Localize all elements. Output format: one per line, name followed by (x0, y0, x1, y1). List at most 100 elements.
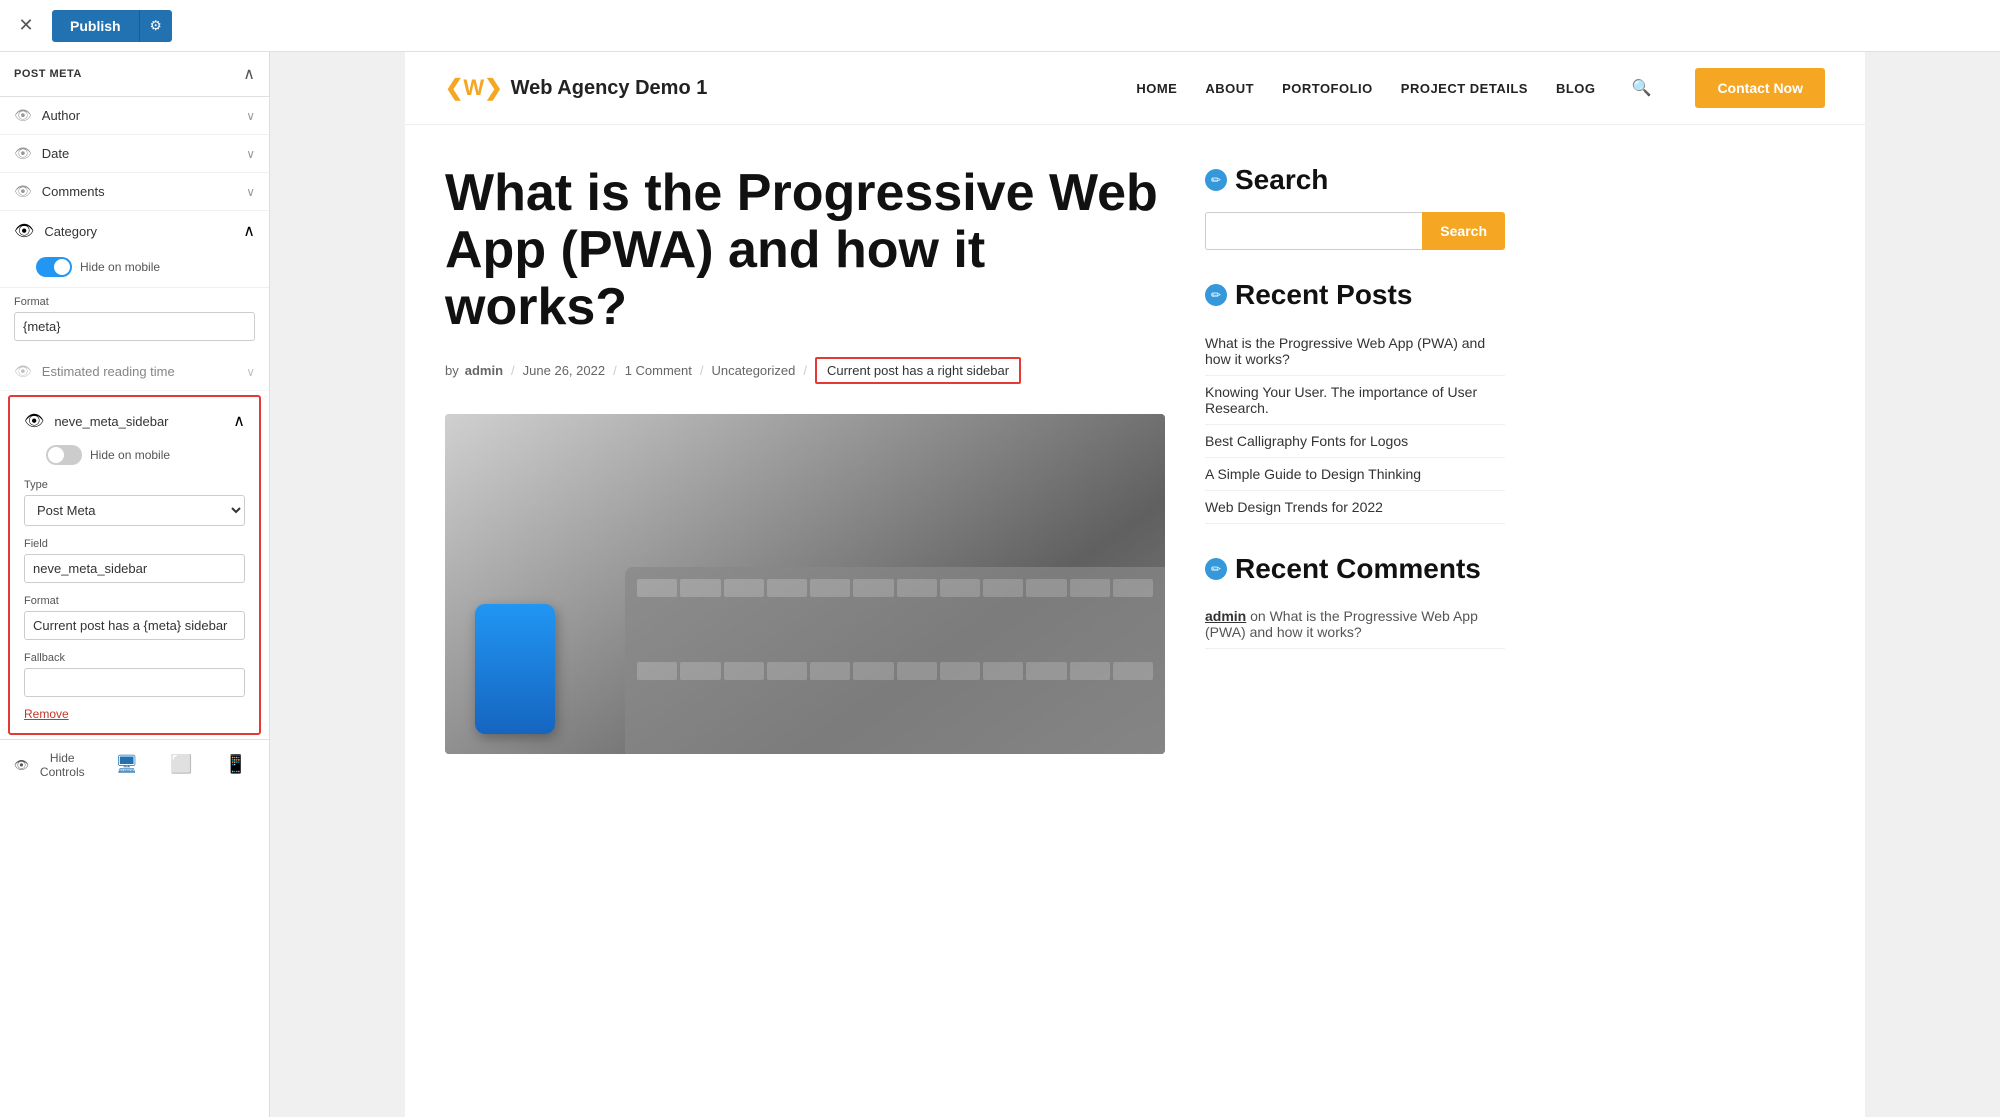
panel-title: POST META (14, 68, 82, 80)
left-panel: POST META ∧ 👁 Author ∨ 👁 Date ∨ 👁 Commen… (0, 52, 270, 1117)
recent-comment-item: admin on What is the Progressive Web App… (1205, 600, 1505, 649)
site-name: Web Agency Demo 1 (511, 77, 708, 100)
close-button[interactable]: ✕ (12, 12, 40, 40)
neve-chevron-icon: ∧ (233, 411, 245, 431)
remove-link[interactable]: Remove (10, 703, 259, 729)
pencil-icon-2: ✏ (1211, 288, 1221, 302)
recent-comments-list: admin on What is the Progressive Web App… (1205, 600, 1505, 649)
neve-toggle-knob (48, 447, 64, 463)
nav-project-details[interactable]: PROJECT DETAILS (1401, 81, 1528, 96)
phone-overlay (475, 604, 555, 734)
author-chevron-icon: ∨ (246, 109, 255, 123)
recent-posts-title-row: ✏ Recent Posts (1205, 280, 1505, 311)
post-image (445, 414, 1165, 754)
sidebar-badge: Current post has a right sidebar (815, 357, 1021, 384)
recent-comments-title-row: ✏ Recent Comments (1205, 554, 1505, 585)
keyboard-area (625, 567, 1165, 754)
recent-post-item[interactable]: Web Design Trends for 2022 (1205, 491, 1505, 524)
recent-posts-widget: ✏ Recent Posts What is the Progressive W… (1205, 280, 1505, 524)
category-hide-mobile-row: Hide on mobile (0, 251, 269, 287)
recent-post-item[interactable]: A Simple Guide to Design Thinking (1205, 458, 1505, 491)
date-item[interactable]: 👁 Date ∨ (0, 135, 269, 173)
neve-section-label: neve_meta_sidebar (54, 414, 223, 429)
toggle-knob (54, 259, 70, 275)
neve-format-group: Format (10, 589, 259, 646)
author-item[interactable]: 👁 Author ∨ (0, 97, 269, 135)
format-row: Format (0, 288, 269, 353)
nav-menu: HOME ABOUT PORTOFOLIO PROJECT DETAILS BL… (1136, 68, 1825, 108)
category-visibility-icon: 👁 (14, 221, 34, 241)
neve-hide-mobile-label: Hide on mobile (90, 448, 170, 462)
mobile-view-button[interactable]: 📱 (217, 750, 255, 779)
top-bar: ✕ Publish ⚙ (0, 0, 2000, 52)
post-meta: by admin / June 26, 2022 / 1 Comment / U… (445, 357, 1165, 384)
est-reading-visibility-icon: 👁 (14, 363, 32, 380)
eye-icon: 👁 (14, 758, 29, 772)
neve-meta-sidebar-section: 👁 neve_meta_sidebar ∧ Hide on mobile Typ… (8, 395, 261, 735)
type-label: Type (24, 479, 245, 491)
post-date: June 26, 2022 (523, 363, 605, 378)
est-reading-label: Estimated reading time (42, 364, 236, 379)
nav-home[interactable]: HOME (1136, 81, 1177, 96)
estimated-reading-item[interactable]: 👁 Estimated reading time ∨ (0, 353, 269, 391)
recent-post-item[interactable]: What is the Progressive Web App (PWA) an… (1205, 327, 1505, 376)
hide-controls-button[interactable]: 👁 Hide Controls (14, 751, 91, 779)
site-logo: ❮W❯ Web Agency Demo 1 (445, 75, 707, 101)
preview-inner: ❮W❯ Web Agency Demo 1 HOME ABOUT PORTOFO… (405, 52, 1865, 1117)
nav-portofolio[interactable]: PORTOFOLIO (1282, 81, 1373, 96)
panel-collapse-button[interactable]: ∧ (243, 64, 255, 84)
author-label: Author (42, 108, 236, 123)
nav-about[interactable]: ABOUT (1205, 81, 1254, 96)
contact-now-button[interactable]: Contact Now (1695, 68, 1825, 108)
date-visibility-icon: 👁 (14, 145, 32, 162)
neve-visibility-icon: 👁 (24, 411, 44, 431)
neve-format-input[interactable] (24, 611, 245, 640)
fallback-input[interactable] (24, 668, 245, 697)
publish-settings-button[interactable]: ⚙ (139, 10, 172, 42)
comments-chevron-icon: ∨ (246, 185, 255, 199)
neve-header[interactable]: 👁 neve_meta_sidebar ∧ (10, 401, 259, 441)
comments-label: Comments (42, 184, 236, 199)
site-header: ❮W❯ Web Agency Demo 1 HOME ABOUT PORTOFO… (405, 52, 1865, 125)
search-widget-icon: ✏ (1205, 169, 1227, 191)
format-input[interactable] (14, 312, 255, 341)
field-input[interactable] (24, 554, 245, 583)
main-content: What is the Progressive Web App (PWA) an… (445, 165, 1165, 754)
search-row: Search (1205, 212, 1505, 250)
neve-hide-mobile-row: Hide on mobile (10, 441, 259, 473)
nav-blog[interactable]: BLOG (1556, 81, 1596, 96)
post-comments: 1 Comment (625, 363, 692, 378)
neve-format-label: Format (24, 595, 245, 607)
search-widget-title: Search (1235, 165, 1328, 196)
comments-item[interactable]: 👁 Comments ∨ (0, 173, 269, 211)
recent-posts-title: Recent Posts (1235, 280, 1412, 311)
content-area: What is the Progressive Web App (PWA) an… (405, 125, 1865, 794)
category-hide-mobile-toggle[interactable] (36, 257, 72, 277)
type-select[interactable]: Post Meta Custom Field Taxonomy (24, 495, 245, 526)
recent-posts-list: What is the Progressive Web App (PWA) an… (1205, 327, 1505, 524)
comments-visibility-icon: 👁 (14, 183, 32, 200)
search-input[interactable] (1205, 212, 1422, 250)
sidebar: ✏ Search Search ✏ (1205, 165, 1505, 754)
post-title: What is the Progressive Web App (PWA) an… (445, 165, 1165, 337)
comment-author-link[interactable]: admin (1205, 608, 1246, 624)
recent-post-item[interactable]: Best Calligraphy Fonts for Logos (1205, 425, 1505, 458)
publish-button[interactable]: Publish (52, 10, 139, 42)
tablet-view-button[interactable]: ⬜ (162, 750, 200, 779)
category-chevron-icon: ∧ (243, 221, 255, 241)
post-author: by admin (445, 363, 503, 378)
type-group: Type Post Meta Custom Field Taxonomy (10, 473, 259, 532)
pencil-icon: ✏ (1211, 173, 1221, 187)
search-button[interactable]: Search (1422, 212, 1505, 250)
recent-comments-widget: ✏ Recent Comments admin on What is the P… (1205, 554, 1505, 650)
post-category: Uncategorized (712, 363, 796, 378)
main-layout: POST META ∧ 👁 Author ∨ 👁 Date ∨ 👁 Commen… (0, 52, 2000, 1117)
category-header[interactable]: 👁 Category ∧ (0, 211, 269, 251)
recent-post-item[interactable]: Knowing Your User. The importance of Use… (1205, 376, 1505, 425)
desktop-view-button[interactable]: 🖥 (107, 750, 146, 779)
est-reading-chevron-icon: ∨ (246, 365, 255, 379)
search-icon[interactable]: 🔍 (1632, 78, 1652, 98)
neve-hide-mobile-toggle[interactable] (46, 445, 82, 465)
category-section: 👁 Category ∧ Hide on mobile (0, 211, 269, 288)
field-group: Field (10, 532, 259, 589)
